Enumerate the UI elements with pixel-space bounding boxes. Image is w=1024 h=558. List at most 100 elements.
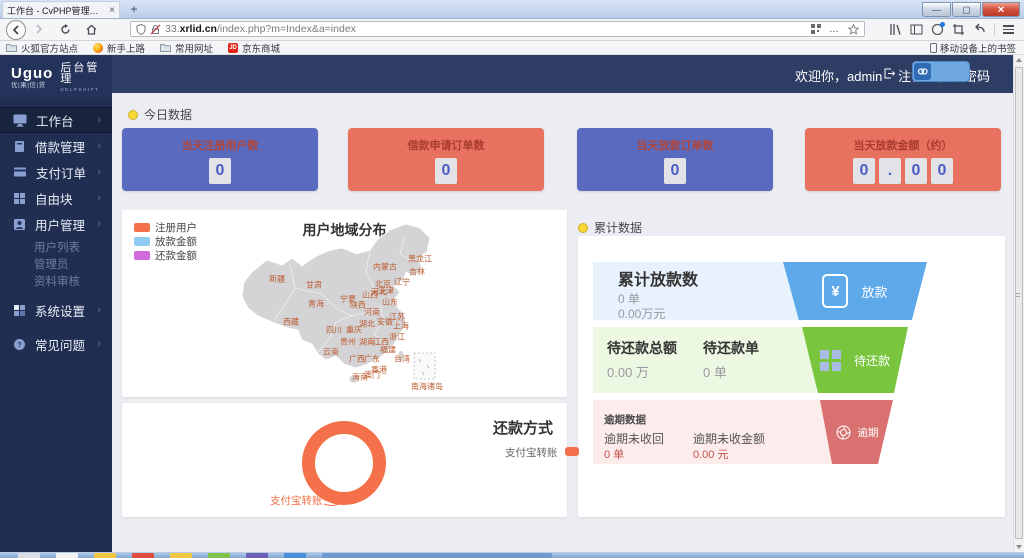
bookmark-item[interactable]: 火狐官方站点 xyxy=(6,41,78,55)
brand-en: DELPSHIFT xyxy=(60,88,112,93)
close-tab-icon[interactable]: × xyxy=(109,5,115,16)
province-label: 黑龙江 xyxy=(408,254,432,265)
province-label: 西藏 xyxy=(283,317,299,328)
toolbar-icons xyxy=(889,21,1014,38)
bookmark-item[interactable]: 常用网址 xyxy=(160,41,213,55)
blocks-grid-icon xyxy=(13,192,26,205)
sidebar-item-user-list[interactable]: 用户列表 xyxy=(0,240,112,257)
coin-flower-icon xyxy=(835,424,852,441)
row3-col2-title: 逾期未收金额 xyxy=(693,430,765,447)
firefox-icon xyxy=(93,43,103,53)
sidebar-item-admins[interactable]: 管理员 xyxy=(0,257,112,274)
menu-hamburger-icon[interactable] xyxy=(1003,25,1014,34)
taskbar-icon[interactable] xyxy=(246,553,268,558)
sidebar-item-loans[interactable]: 借款管理 › xyxy=(0,133,112,159)
taskbar-icon[interactable] xyxy=(208,553,230,558)
counter-digit: 0 xyxy=(905,158,927,184)
section-heading-totals: 累计数据 xyxy=(578,219,642,236)
bookmark-star-icon[interactable] xyxy=(848,24,859,35)
province-label: 甘肃 xyxy=(306,280,322,291)
page-actions-icon[interactable]: … xyxy=(829,24,840,35)
home-button[interactable] xyxy=(82,20,100,38)
library-icon[interactable] xyxy=(889,23,902,36)
url-bar[interactable]: 33.xrlid.cn/index.php?m=Index&a=index … xyxy=(130,21,865,37)
user-icon xyxy=(13,218,26,231)
qr-page-action-icon[interactable] xyxy=(811,24,821,34)
browser-tab[interactable]: 工作台 - CvPHP管理系统 × xyxy=(2,1,120,18)
row2-col1-title: 待还款总额 xyxy=(607,338,677,358)
bookmark-item[interactable]: 新手上路 xyxy=(93,41,145,55)
windows-taskbar[interactable] xyxy=(0,552,1024,558)
forward-button[interactable] xyxy=(30,20,48,38)
map-card: 用户地域分布 注册用户 放款金额 还款金额 xyxy=(122,210,567,397)
yellow-dot-icon xyxy=(128,110,138,120)
scrollbar-thumb[interactable] xyxy=(1015,67,1023,539)
sidebar-item-profile-review[interactable]: 资料审核 xyxy=(0,274,112,291)
counter: 0 xyxy=(207,158,233,184)
province-label: 上海 xyxy=(393,321,409,332)
sync-arrow-icon[interactable] xyxy=(973,23,986,36)
scroll-up-arrow-icon[interactable] xyxy=(1016,58,1022,62)
new-tab-button[interactable]: + xyxy=(124,2,144,17)
chevron-right-icon: › xyxy=(97,218,101,230)
reload-button[interactable] xyxy=(56,20,74,38)
inset-label: 南海诸岛 xyxy=(411,381,443,392)
tracking-shield-icon[interactable] xyxy=(136,24,146,35)
minimize-button[interactable]: — xyxy=(922,2,951,17)
taskbar-icon[interactable] xyxy=(170,553,192,558)
grid-icon xyxy=(820,350,841,371)
province-label: 天津 xyxy=(378,286,394,297)
province-label: 贵州 xyxy=(340,337,356,348)
sidebar-submenu-users: 用户列表 管理员 资料审核 xyxy=(0,237,112,297)
row2-col2-value: 0 单 xyxy=(703,362,727,381)
taskbar-icon[interactable] xyxy=(18,553,40,558)
credit-card-icon xyxy=(13,166,27,178)
url-text: 33.xrlid.cn/index.php?m=Index&a=index xyxy=(165,23,805,35)
sidebar-item-workbench[interactable]: 工作台 › xyxy=(0,107,112,133)
logout-icon[interactable] xyxy=(884,68,895,79)
sidebar-item-blocks[interactable]: 自由块 › xyxy=(0,185,112,211)
taskbar-active-window[interactable] xyxy=(322,553,552,558)
taskbar-icon[interactable] xyxy=(56,553,78,558)
bookmark-item[interactable]: JD 京东商城 xyxy=(228,41,280,55)
insecure-lock-icon[interactable] xyxy=(150,24,161,35)
repay-legend-label[interactable]: 支付宝转账 xyxy=(505,445,558,460)
funnel-stage-repay: 待还款 xyxy=(802,327,908,393)
sidebar-nav: 工作台 › 借款管理 › 支付订单 › 自由块 › 用户管理 › 用户列表 管理… xyxy=(0,100,112,552)
taskbar-icon[interactable] xyxy=(132,553,154,558)
sidebar-item-faq[interactable]: ? 常见问题 › xyxy=(0,331,112,357)
screenshot-tool-icon[interactable] xyxy=(952,23,965,36)
folder-icon xyxy=(160,43,171,52)
stat-card-title: 当天放款金额（约） xyxy=(854,137,953,153)
sidebar-item-users[interactable]: 用户管理 › xyxy=(0,211,112,237)
stat-card-loan-applications: 借款申请订单数 0 xyxy=(348,128,544,191)
extension-badge-icon[interactable] xyxy=(931,23,944,36)
close-button[interactable]: ✕ xyxy=(982,2,1020,17)
page-scrollbar[interactable] xyxy=(1013,55,1024,552)
sidebar-toggle-icon[interactable] xyxy=(910,23,923,36)
taskbar-icon[interactable] xyxy=(284,553,306,558)
sidebar-item-settings[interactable]: 系统设置 › xyxy=(0,297,112,323)
taskbar-icon[interactable] xyxy=(94,553,116,558)
stat-card-disbursed-orders: 当天放款订单数 0 xyxy=(577,128,773,191)
province-label: 辽宁 xyxy=(394,277,410,288)
row3-col1-title: 逾期未收回 xyxy=(604,430,664,447)
sidebar-item-payments[interactable]: 支付订单 › xyxy=(0,159,112,185)
back-button[interactable] xyxy=(6,20,26,40)
window-titlebar: 工作台 - CvPHP管理系统 × + — ▢ ✕ xyxy=(0,0,1024,19)
scroll-down-arrow-icon[interactable] xyxy=(1016,545,1022,549)
browser-navbar: 33.xrlid.cn/index.php?m=Index&a=index … xyxy=(0,19,1024,41)
mobile-bookmarks[interactable]: 移动设备上的书签 xyxy=(930,41,1016,55)
province-label: 山东 xyxy=(382,297,398,308)
funnel-stage-disbursed: ¥ 放款 xyxy=(783,262,927,320)
legend-marker[interactable] xyxy=(565,447,579,456)
maximize-button[interactable]: ▢ xyxy=(952,2,981,17)
province-label: 云南 xyxy=(323,347,339,358)
stat-card-registered-users: 当天注册用户数 0 xyxy=(122,128,318,191)
app-logo[interactable]: Uguo 优|果|信|贷 后台管理 DELPSHIFT xyxy=(0,55,112,100)
yellow-dot-icon xyxy=(578,223,588,233)
donut-slice-label: 支付宝转账 xyxy=(270,493,323,508)
screenshot-extension-overlay[interactable] xyxy=(912,61,970,82)
counter: 0 xyxy=(433,158,459,184)
brand-name: Uguo xyxy=(11,66,53,81)
